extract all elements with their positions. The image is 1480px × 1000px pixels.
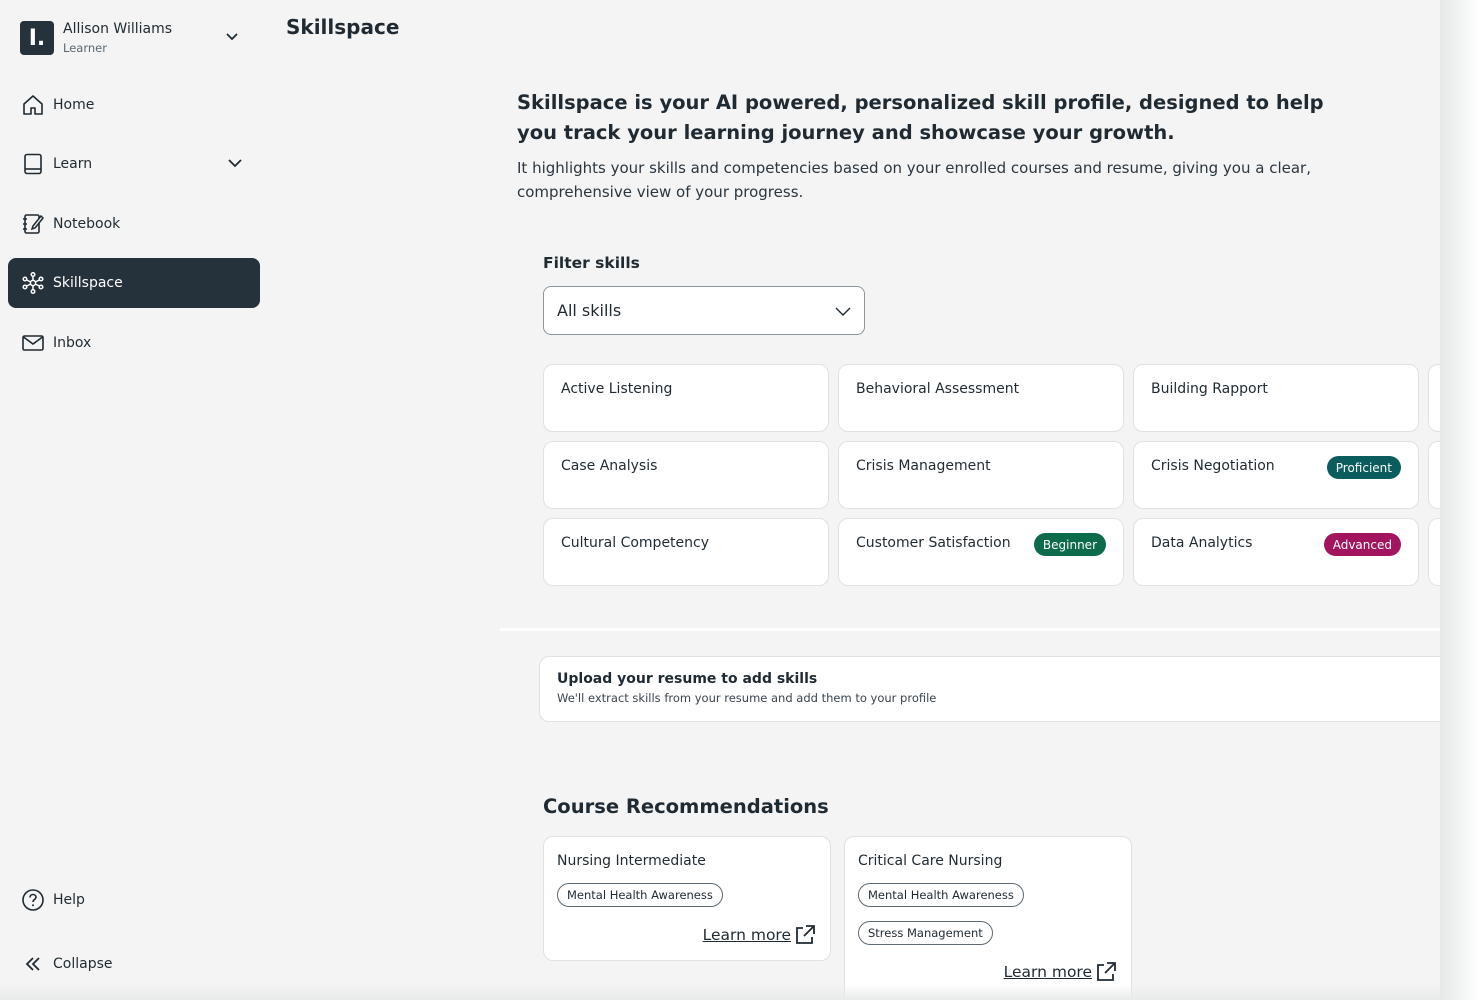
notebook-icon [21, 212, 45, 236]
section-divider [500, 628, 1440, 631]
skill-card[interactable]: Cultural Competency [543, 518, 829, 586]
external-link-icon [1094, 960, 1118, 984]
skill-card[interactable]: Behavioral Assessment [838, 364, 1124, 432]
sidebar-item-help[interactable]: Help [8, 875, 260, 925]
skill-name: Building Rapport [1151, 381, 1268, 397]
course-recommendations-title: Course Recommendations [543, 795, 829, 818]
sidebar-item-skillspace[interactable]: Skillspace [8, 258, 260, 308]
course-name: Critical Care Nursing [858, 853, 1003, 869]
skill-name: Behavioral Assessment [856, 381, 1020, 397]
window-edge-shadow [1440, 0, 1480, 1000]
sidebar-item-label: Learn [53, 156, 93, 172]
sidebar-collapse-button[interactable]: Collapse [8, 939, 260, 989]
course-card[interactable]: Nursing Intermediate Mental Health Aware… [543, 836, 831, 961]
skill-level-badge: Proficient [1326, 456, 1401, 479]
sidebar-item-label: Skillspace [53, 275, 123, 291]
skill-name: Customer Satisfaction [856, 535, 1011, 551]
sidebar-item-label: Notebook [53, 216, 121, 232]
sidebar: I. Allison Williams Learner Home Learn N… [0, 0, 270, 1000]
chevron-down-icon [834, 302, 852, 324]
course-card[interactable]: Critical Care Nursing Mental Health Awar… [844, 836, 1132, 1000]
org-logo: I. [20, 21, 54, 55]
mail-icon [21, 331, 45, 355]
user-name: Allison Williams [63, 21, 173, 37]
skill-name: Active Listening [561, 381, 673, 397]
skills-grid: Active Listening Behavioral Assessment B… [543, 364, 1440, 588]
sidebar-item-notebook[interactable]: Notebook [8, 199, 260, 249]
skill-card[interactable]: Customer Satisfaction Beginner [838, 518, 1124, 586]
learn-more-link[interactable]: Learn more [1004, 960, 1118, 984]
sidebar-item-label: Home [53, 97, 95, 113]
skill-name: Crisis Management [856, 458, 991, 474]
skill-level-badge: Beginner [1033, 533, 1106, 556]
user-menu[interactable]: I. Allison Williams Learner [20, 18, 250, 58]
upload-subtitle: We'll extract skills from your resume an… [557, 691, 937, 705]
skill-card[interactable]: Building Rapport [1133, 364, 1419, 432]
sidebar-item-learn[interactable]: Learn [8, 139, 260, 189]
user-role: Learner [63, 41, 107, 55]
skill-card-partial[interactable] [1428, 518, 1440, 586]
external-link-icon [793, 923, 817, 947]
course-name: Nursing Intermediate [557, 853, 706, 869]
skill-card[interactable]: Case Analysis [543, 441, 829, 509]
chevron-down-icon[interactable] [224, 28, 240, 48]
intro-description: It highlights your skills and competenci… [517, 159, 1311, 201]
skill-card-partial[interactable] [1428, 441, 1440, 509]
skill-card[interactable]: Data Analytics Advanced [1133, 518, 1419, 586]
skill-level-badge: Advanced [1323, 533, 1401, 556]
skill-name: Cultural Competency [561, 535, 710, 551]
filter-label: Filter skills [543, 254, 640, 272]
skill-name: Crisis Negotiation [1151, 458, 1275, 474]
chevron-down-icon[interactable] [226, 154, 244, 176]
sidebar-item-label: Help [53, 892, 85, 908]
skill-name: Data Analytics [1151, 535, 1253, 551]
skill-name: Case Analysis [561, 458, 658, 474]
skill-card[interactable]: Crisis Management [838, 441, 1124, 509]
upload-resume-card[interactable]: Upload your resume to add skills We'll e… [539, 656, 1459, 722]
network-icon [21, 271, 45, 295]
skill-card[interactable]: Crisis Negotiation Proficient [1133, 441, 1419, 509]
skill-tag: Stress Management [858, 921, 993, 945]
help-icon [21, 888, 45, 912]
sidebar-item-label: Collapse [53, 956, 113, 972]
select-value: All skills [557, 301, 622, 320]
double-chevron-left-icon [21, 952, 45, 976]
skill-card[interactable]: Active Listening [543, 364, 829, 432]
sidebar-item-label: Inbox [53, 335, 92, 351]
learn-more-link[interactable]: Learn more [703, 923, 817, 947]
book-icon [21, 152, 45, 176]
skill-tag: Mental Health Awareness [557, 883, 723, 907]
bottom-fade [0, 984, 1440, 1000]
sidebar-item-inbox[interactable]: Inbox [8, 318, 260, 368]
skill-tag: Mental Health Awareness [858, 883, 1024, 907]
home-icon [21, 93, 45, 117]
intro-heading: Skillspace is your AI powered, personali… [517, 91, 1324, 144]
sidebar-item-home[interactable]: Home [8, 80, 260, 130]
upload-title: Upload your resume to add skills [557, 671, 818, 687]
page-title: Skillspace [286, 15, 400, 39]
learn-more-label: Learn more [702, 926, 791, 944]
skill-card-partial[interactable] [1428, 364, 1440, 432]
skills-filter-select[interactable]: All skills [543, 286, 865, 335]
learn-more-label: Learn more [1003, 963, 1092, 981]
